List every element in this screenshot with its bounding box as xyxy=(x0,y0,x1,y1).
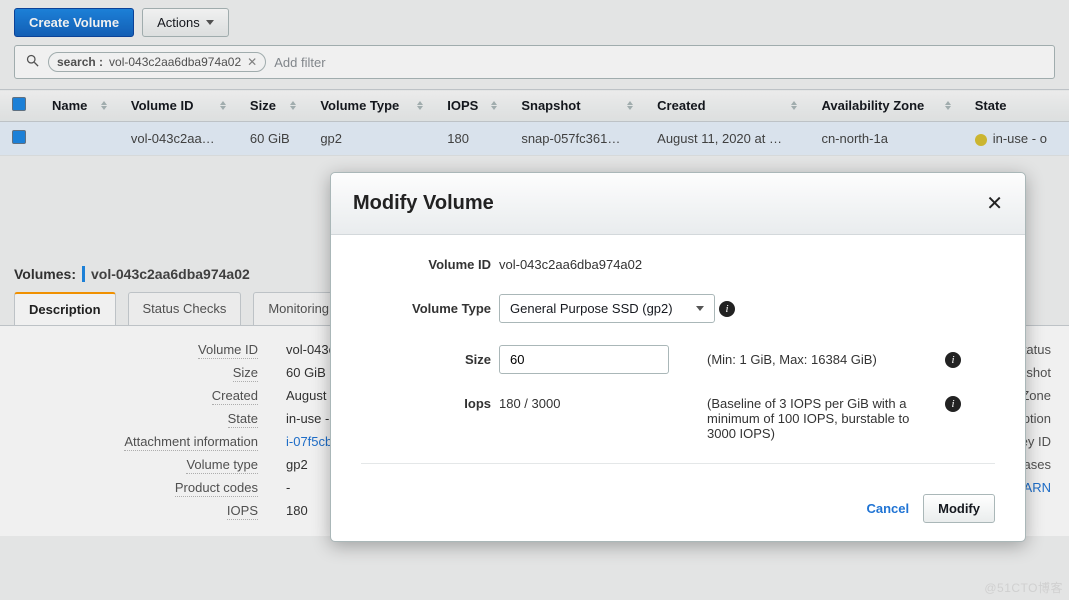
val-modal-volume-id: vol-043c2aa6dba974a02 xyxy=(499,257,975,272)
col-az[interactable]: Availability Zone xyxy=(821,98,924,113)
volume-type-selected: General Purpose SSD (gp2) xyxy=(510,301,673,316)
modal-footer: Cancel Modify xyxy=(331,486,1025,541)
col-volume-type[interactable]: Volume Type xyxy=(320,98,399,113)
col-name[interactable]: Name xyxy=(52,98,87,113)
lbl-state: State xyxy=(228,411,258,428)
modal-header: Modify Volume ✕ xyxy=(331,173,1025,235)
lbl-volume-type: Volume type xyxy=(186,457,258,474)
cell-created: August 11, 2020 at … xyxy=(645,122,809,156)
row-checkbox[interactable] xyxy=(12,130,26,144)
table-row[interactable]: vol-043c2aa… 60 GiB gp2 180 snap-057fc36… xyxy=(0,122,1069,156)
col-iops[interactable]: IOPS xyxy=(447,98,478,113)
divider-icon xyxy=(82,266,85,282)
iops-hint: (Baseline of 3 IOPS per GiB with a minim… xyxy=(707,396,937,441)
modify-button[interactable]: Modify xyxy=(923,494,995,523)
sort-icon[interactable] xyxy=(417,101,423,110)
col-snapshot[interactable]: Snapshot xyxy=(521,98,580,113)
cell-name xyxy=(40,122,119,156)
cell-size: 60 GiB xyxy=(238,122,308,156)
val-modal-iops: 180 / 3000 xyxy=(499,396,699,411)
divider xyxy=(361,463,995,464)
chevron-down-icon xyxy=(696,306,704,311)
modal-title: Modify Volume xyxy=(353,192,494,215)
sort-icon[interactable] xyxy=(220,101,226,110)
size-input[interactable] xyxy=(499,345,669,374)
volume-type-select[interactable]: General Purpose SSD (gp2) xyxy=(499,294,715,323)
cell-snapshot: snap-057fc361… xyxy=(509,122,645,156)
sort-icon[interactable] xyxy=(290,101,296,110)
chevron-down-icon xyxy=(206,20,214,25)
right-label: tatus xyxy=(1023,342,1051,357)
detail-title-id: vol-043c2aa6dba974a02 xyxy=(91,266,250,282)
sort-icon[interactable] xyxy=(791,101,797,110)
add-filter-placeholder[interactable]: Add filter xyxy=(274,55,325,70)
sort-icon[interactable] xyxy=(101,101,107,110)
cell-volume-id: vol-043c2aa… xyxy=(119,122,238,156)
cell-az: cn-north-1a xyxy=(809,122,962,156)
right-label: ption xyxy=(1023,411,1051,426)
sort-icon[interactable] xyxy=(491,101,497,110)
actions-button[interactable]: Actions xyxy=(142,8,229,37)
cell-iops: 180 xyxy=(435,122,509,156)
close-icon[interactable]: ✕ xyxy=(986,191,1003,216)
lbl-volume-id: Volume ID xyxy=(198,342,258,359)
lbl-modal-type: Volume Type xyxy=(361,301,491,316)
search-filter-tag[interactable]: search : vol-043c2aa6dba974a02 ✕ xyxy=(48,52,266,72)
watermark: @51CTO博客 xyxy=(984,579,1063,596)
lbl-product-codes: Product codes xyxy=(175,480,258,497)
lbl-modal-size: Size xyxy=(361,352,491,367)
cell-state: in-use - o xyxy=(993,131,1047,146)
info-icon[interactable]: i xyxy=(719,301,735,317)
size-hint: (Min: 1 GiB, Max: 16384 GiB) xyxy=(707,352,937,367)
col-created[interactable]: Created xyxy=(657,98,705,113)
lbl-attach: Attachment information xyxy=(124,434,258,451)
info-icon[interactable]: i xyxy=(945,352,961,368)
col-volume-id[interactable]: Volume ID xyxy=(131,98,194,113)
cell-volume-type: gp2 xyxy=(308,122,435,156)
lbl-iops: IOPS xyxy=(227,503,258,520)
actions-label: Actions xyxy=(157,15,200,30)
info-icon[interactable]: i xyxy=(945,396,961,412)
lbl-created: Created xyxy=(212,388,258,405)
sort-icon[interactable] xyxy=(627,101,633,110)
close-icon[interactable]: ✕ xyxy=(247,55,257,69)
search-filter-value: vol-043c2aa6dba974a02 xyxy=(109,55,241,69)
search-icon xyxy=(25,53,40,71)
cancel-button[interactable]: Cancel xyxy=(866,501,909,516)
search-bar[interactable]: search : vol-043c2aa6dba974a02 ✕ Add fil… xyxy=(14,45,1055,79)
right-label[interactable]: ARN xyxy=(1024,480,1051,495)
modal-body: Volume ID vol-043c2aa6dba974a02 Volume T… xyxy=(331,235,1025,486)
col-size[interactable]: Size xyxy=(250,98,276,113)
col-state[interactable]: State xyxy=(975,98,1007,113)
create-volume-button[interactable]: Create Volume xyxy=(14,8,134,37)
val-state: in-use - xyxy=(286,411,333,426)
lbl-modal-iops: Iops xyxy=(361,396,491,411)
tab-status-checks[interactable]: Status Checks xyxy=(128,292,242,325)
lbl-size: Size xyxy=(233,365,258,382)
status-dot-icon xyxy=(975,134,987,146)
modify-volume-modal: Modify Volume ✕ Volume ID vol-043c2aa6db… xyxy=(330,172,1026,542)
sort-icon[interactable] xyxy=(945,101,951,110)
tab-description[interactable]: Description xyxy=(14,292,116,325)
toolbar: Create Volume Actions xyxy=(0,0,1069,45)
volumes-table: Name Volume ID Size Volume Type IOPS Sna… xyxy=(0,89,1069,156)
detail-title-prefix: Volumes: xyxy=(14,266,76,282)
lbl-modal-volume-id: Volume ID xyxy=(361,257,491,272)
select-all-checkbox[interactable] xyxy=(12,97,26,111)
search-filter-prefix: search : xyxy=(57,55,103,69)
